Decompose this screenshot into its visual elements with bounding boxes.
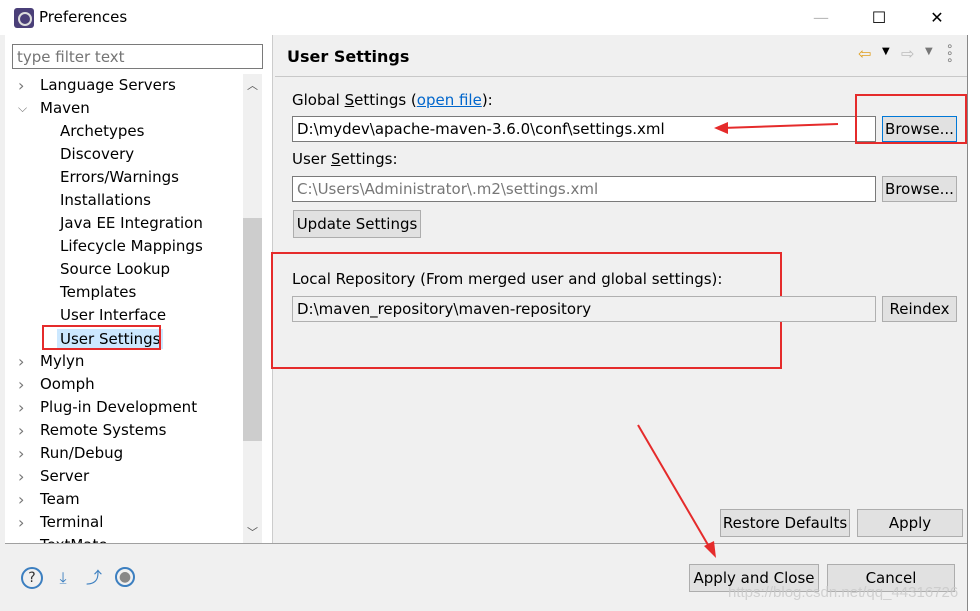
- annotation-arrows: [637, 122, 839, 558]
- annotation-arrow-apply-close: [637, 424, 712, 551]
- annotation-arrowhead-apply-close: [704, 541, 716, 558]
- annotation-arrow-browse: [721, 123, 839, 129]
- annotation-arrowhead-browse: [714, 122, 728, 134]
